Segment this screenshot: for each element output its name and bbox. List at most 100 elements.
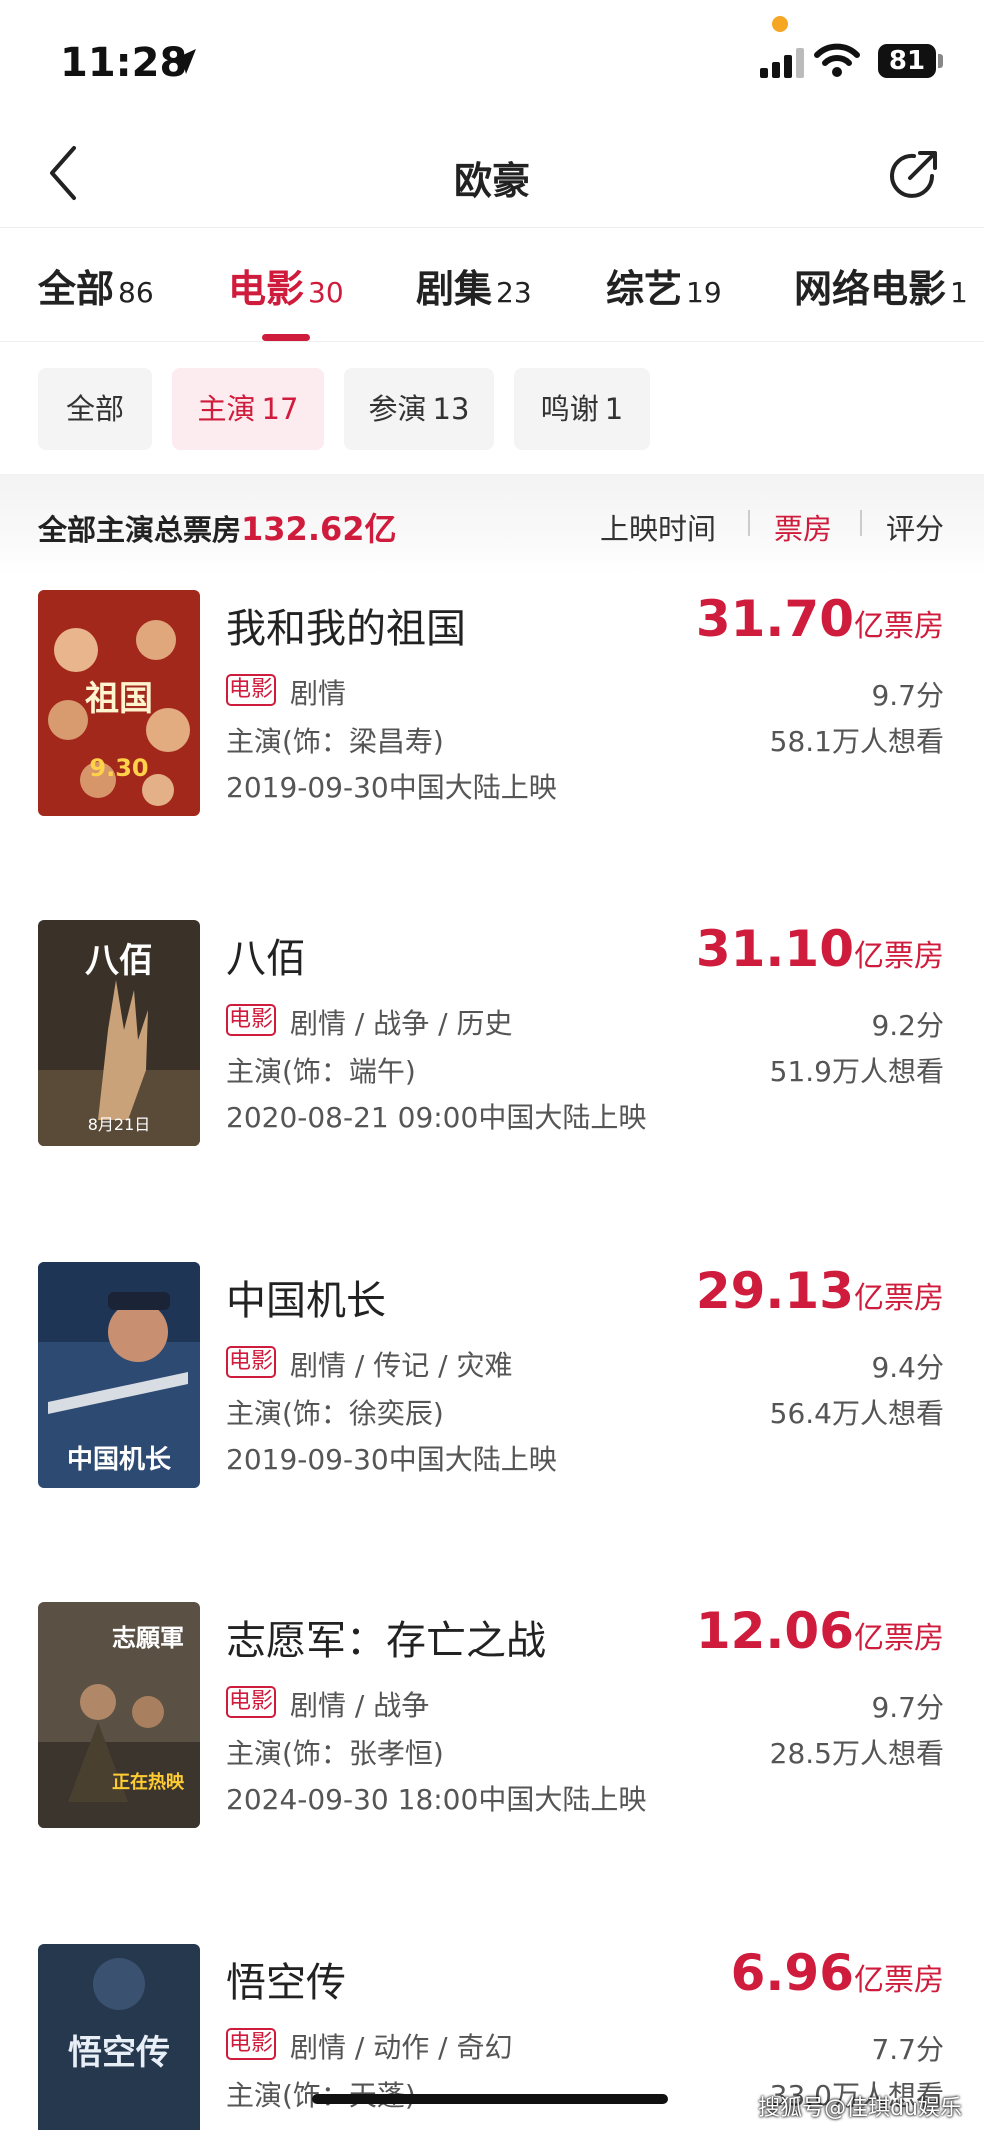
box-office-value: 29.13: [695, 1262, 854, 1320]
movie-want-count: 58.1万人想看: [769, 725, 944, 758]
svg-text:祖国: 祖国: [85, 679, 153, 719]
sort-by-rating[interactable]: 评分: [886, 506, 944, 548]
movie-score: 9.7分: [871, 679, 944, 712]
poster-art: 八佰 8月21日: [38, 920, 200, 1146]
chip-supporting-role[interactable]: 参演 13: [344, 368, 494, 450]
battery-cap-icon: [938, 54, 943, 68]
box-office-value: 31.10: [695, 920, 854, 978]
box-office-unit: 亿票房: [854, 1621, 944, 1656]
movie-poster[interactable]: 祖国 9.30: [38, 590, 200, 816]
tab-all[interactable]: 全部 86: [38, 258, 154, 313]
movie-box-office: 6.96亿票房: [731, 1944, 944, 2002]
movie-title: 悟空传: [226, 1960, 346, 2006]
chip-label: 主演: [197, 392, 256, 426]
watermark-text: 搜狐号@佳琪du娱乐: [758, 2096, 962, 2121]
battery-indicator: 81: [878, 44, 936, 78]
movie-genres: 剧情 / 战争: [290, 1689, 430, 1722]
status-bar: 11:28 81: [0, 0, 984, 120]
tab-active-indicator: [262, 334, 310, 341]
tab-variety[interactable]: 综艺 19: [606, 258, 722, 313]
svg-text:志願軍: 志願軍: [112, 1623, 184, 1652]
cellular-signal-icon: [760, 48, 804, 78]
page-title: 欧豪: [453, 159, 530, 203]
movie-box-office: 31.70亿票房: [696, 590, 944, 648]
sort-by-box-office[interactable]: 票房: [774, 506, 832, 548]
movie-poster[interactable]: 悟空传: [38, 1944, 200, 2130]
tab-label: 综艺: [606, 267, 683, 311]
movie-score: 9.7分: [871, 1691, 944, 1724]
movie-box-office: 29.13亿票房: [696, 1262, 944, 1320]
movie-box-office: 12.06亿票房: [696, 1602, 944, 1660]
movie-want-count: 28.5万人想看: [769, 1737, 944, 1770]
movie-genres: 剧情: [290, 677, 347, 710]
wifi-icon: [814, 43, 860, 77]
box-office-value: 12.06: [695, 1602, 854, 1660]
share-icon[interactable]: [884, 146, 942, 204]
chip-label: 鸣谢: [540, 392, 599, 426]
svg-text:悟空传: 悟空传: [68, 2033, 170, 2073]
movie-release: 2019-09-30中国大陆上映: [226, 1443, 557, 1476]
chip-lead-role[interactable]: 主演 17: [172, 368, 324, 450]
box-office-unit: 亿票房: [854, 1281, 944, 1316]
movie-type-tag: 电影: [226, 1346, 276, 1378]
tab-movies[interactable]: 电影 30: [228, 258, 344, 313]
chip-all[interactable]: 全部: [38, 368, 152, 450]
movie-role: 主演(饰：张孝恒): [226, 1737, 444, 1770]
chip-count: 1: [604, 392, 624, 426]
movie-want-count: 56.4万人想看: [769, 1397, 944, 1430]
tab-count: 1: [950, 276, 968, 309]
movie-item[interactable]: 志願軍 正在热映 志愿军：存亡之战 电影 剧情 / 战争 主演(饰：张孝恒) 2…: [0, 1602, 984, 1842]
movie-release: 2024-09-30 18:00中国大陆上映: [226, 1783, 647, 1816]
movie-box-office: 31.10亿票房: [696, 920, 944, 978]
chip-label: 参演: [368, 392, 427, 426]
movie-release: 2019-09-30中国大陆上映: [226, 771, 557, 804]
box-office-value: 31.70: [695, 590, 854, 648]
home-indicator[interactable]: [312, 2094, 668, 2104]
tab-web-movies[interactable]: 网络电影 1: [794, 258, 968, 313]
category-tabs: 全部 86 电影 30 剧集 23 综艺 19 网络电影 1: [0, 228, 984, 342]
movie-genres: 剧情 / 动作 / 奇幻: [290, 2031, 513, 2064]
movie-score: 9.4分: [871, 1351, 944, 1384]
chip-count: 13: [432, 392, 470, 426]
movie-score: 7.7分: [871, 2033, 944, 2066]
poster-art: 志願軍 正在热映: [38, 1602, 200, 1828]
svg-text:8月21日: 8月21日: [88, 1115, 151, 1134]
movie-poster[interactable]: 志願軍 正在热映: [38, 1602, 200, 1828]
movie-item[interactable]: 祖国 9.30 我和我的祖国 电影 剧情 主演(饰：梁昌寿) 2019-09-3…: [0, 590, 984, 830]
movie-type-tag: 电影: [226, 674, 276, 706]
svg-text:正在热映: 正在热映: [112, 1771, 185, 1793]
movie-poster[interactable]: 八佰 8月21日: [38, 920, 200, 1146]
tab-count: 23: [496, 276, 532, 309]
movie-release: 2020-08-21 09:00中国大陆上映: [226, 1101, 647, 1134]
sort-by-release-date[interactable]: 上映时间: [600, 506, 716, 548]
box-office-summary: 全部主演总票房132.62亿 上映时间 票房 评分: [0, 474, 984, 574]
movie-score: 9.2分: [871, 1009, 944, 1042]
chip-thanks[interactable]: 鸣谢 1: [514, 368, 650, 450]
sort-divider: [748, 510, 750, 536]
tab-series[interactable]: 剧集 23: [416, 258, 532, 313]
sort-divider: [860, 510, 862, 536]
tab-label: 剧集: [416, 267, 493, 311]
movie-title: 我和我的祖国: [226, 606, 466, 652]
movie-title: 中国机长: [226, 1278, 386, 1324]
chip-count: 17: [261, 392, 299, 426]
box-office-value: 6.96: [730, 1944, 854, 2002]
movie-want-count: 51.9万人想看: [769, 1055, 944, 1088]
box-office-unit: 亿票房: [854, 1963, 944, 1998]
movie-item[interactable]: 中国机长 中国机长 电影 剧情 / 传记 / 灾难 主演(饰：徐奕辰) 2019…: [0, 1262, 984, 1502]
tab-label: 网络电影: [794, 267, 947, 311]
movie-poster[interactable]: 中国机长: [38, 1262, 200, 1488]
total-box-office-label: 全部主演总票房: [38, 513, 242, 547]
tab-count: 86: [118, 276, 154, 309]
tab-label: 电影: [228, 267, 305, 311]
movie-title: 八佰: [226, 936, 306, 982]
movie-type-tag: 电影: [226, 1004, 276, 1036]
total-box-office: 全部主演总票房132.62亿: [38, 504, 397, 550]
movie-type-tag: 电影: [226, 1686, 276, 1718]
role-filter-chips: 全部 主演 17 参演 13 鸣谢 1: [0, 342, 984, 474]
movie-item[interactable]: 八佰 8月21日 八佰 电影 剧情 / 战争 / 历史 主演(饰：端午) 202…: [0, 920, 984, 1160]
box-office-unit: 亿票房: [854, 939, 944, 974]
movie-role: 主演(饰：梁昌寿): [226, 725, 444, 758]
tab-count: 19: [686, 276, 722, 309]
tab-count: 30: [308, 276, 344, 309]
